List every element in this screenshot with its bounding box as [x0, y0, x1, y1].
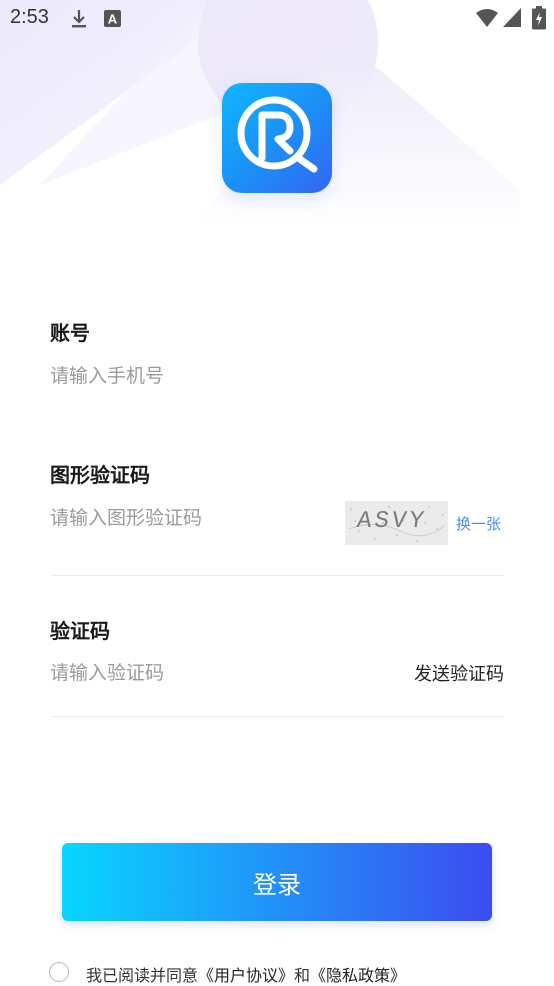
agreement-checkbox[interactable]: [49, 962, 69, 982]
battery-icon: [532, 6, 546, 30]
status-bar: 2:53 A: [0, 0, 554, 38]
svg-text:A: A: [108, 12, 118, 27]
captcha-label: 图形验证码: [50, 463, 150, 487]
wifi-icon: [476, 9, 498, 27]
sms-divider: [50, 716, 504, 717]
login-button[interactable]: 登录: [62, 843, 492, 921]
captcha-image[interactable]: ASVY: [345, 501, 448, 545]
captcha-divider: [50, 575, 504, 576]
account-label: 账号: [50, 321, 90, 345]
r-magnifier-logo-icon: [237, 96, 318, 173]
captcha-text: ASVY: [355, 508, 429, 535]
phone-input[interactable]: [50, 361, 330, 391]
refresh-captcha-link[interactable]: 换一张: [456, 513, 501, 534]
status-time: 2:53: [10, 6, 49, 28]
signal-icon: [503, 8, 521, 27]
user-agreement-link[interactable]: 《用户协议》: [198, 966, 294, 985]
send-code-button[interactable]: 发送验证码: [414, 660, 504, 686]
app-logo: [222, 83, 332, 193]
download-icon: [72, 10, 86, 28]
agreement-and: 和: [294, 966, 311, 985]
agreement-prefix: 我已阅读并同意: [86, 966, 199, 985]
sms-code-input[interactable]: [50, 658, 310, 688]
agreement-text: 我已阅读并同意《用户协议》和《隐私政策》: [86, 962, 406, 986]
sms-code-label: 验证码: [50, 619, 110, 643]
captcha-input[interactable]: [50, 503, 330, 533]
privacy-policy-link[interactable]: 《隐私政策》: [310, 966, 406, 985]
a-letter-icon: A: [104, 10, 121, 27]
